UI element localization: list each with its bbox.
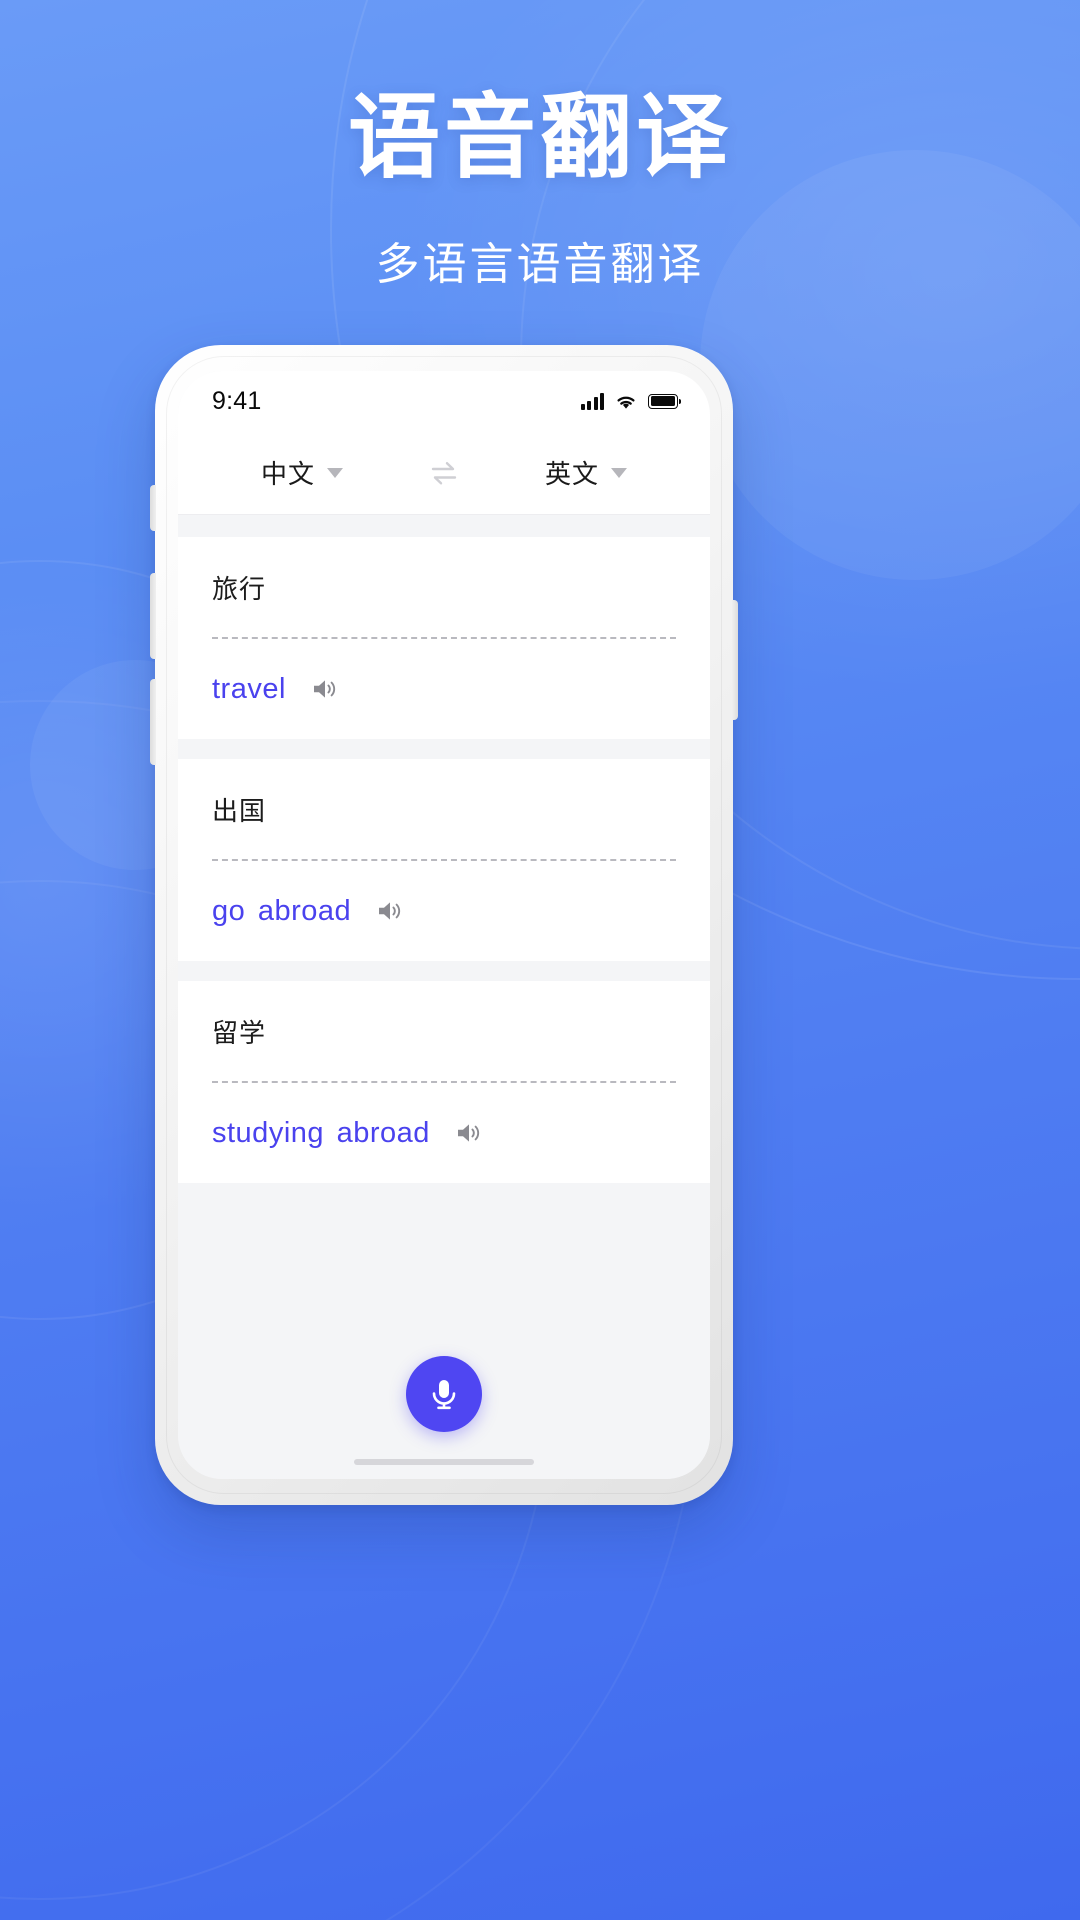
translation-list: 旅行 travel 出国 go abroad 留学 studying abroa… <box>178 515 710 1309</box>
mic-bar <box>178 1309 710 1479</box>
signal-bars-icon <box>580 392 604 410</box>
phone-volume-down-button <box>150 679 156 765</box>
translation-card[interactable]: 旅行 travel <box>178 537 710 739</box>
language-bar: 中文 英文 <box>178 431 710 515</box>
phone-volume-up-button <box>150 573 156 659</box>
speaker-icon[interactable] <box>377 899 405 923</box>
phone-mockup: 9:41 中文 英文 旅行 travel 出国 go abroad 留学 stu… <box>150 345 738 1505</box>
card-target-text: go abroad <box>212 894 352 927</box>
card-source-text: 旅行 <box>212 573 267 604</box>
status-bar: 9:41 <box>178 371 710 431</box>
page-title: 语音翻译 <box>347 87 732 189</box>
chevron-down-icon <box>611 467 627 478</box>
target-language-label: 英文 <box>544 459 599 489</box>
home-indicator <box>354 1459 534 1465</box>
card-target-row: studying abroad <box>212 1083 676 1183</box>
microphone-icon <box>432 1380 456 1410</box>
page-subtitle: 多语言语音翻译 <box>375 240 705 289</box>
phone-power-button <box>732 600 738 720</box>
source-language-label: 中文 <box>260 459 315 489</box>
card-target-text: travel <box>212 672 286 705</box>
translation-card[interactable]: 留学 studying abroad <box>178 981 710 1183</box>
target-language-selector[interactable]: 英文 <box>504 454 668 491</box>
speaker-icon[interactable] <box>456 1121 484 1145</box>
speaker-icon[interactable] <box>312 677 340 701</box>
battery-full-icon <box>648 393 682 409</box>
card-source-text: 留学 <box>212 1017 267 1048</box>
swap-arrows-icon <box>431 461 457 484</box>
swap-languages-button[interactable] <box>384 460 504 486</box>
chevron-down-icon <box>327 467 343 478</box>
card-target-row: go abroad <box>212 861 676 961</box>
phone-mute-switch <box>150 485 156 531</box>
status-icons <box>580 392 682 410</box>
wifi-icon <box>617 396 635 409</box>
card-source-text: 出国 <box>212 795 267 826</box>
card-target-row: travel <box>212 639 676 739</box>
translation-card[interactable]: 出国 go abroad <box>178 759 710 961</box>
status-time: 9:41 <box>212 386 262 415</box>
source-language-selector[interactable]: 中文 <box>220 454 384 491</box>
record-voice-button[interactable] <box>406 1356 482 1432</box>
card-target-text: studying abroad <box>212 1116 430 1149</box>
phone-screen: 9:41 中文 英文 旅行 travel 出国 go abroad 留学 stu… <box>178 371 710 1479</box>
